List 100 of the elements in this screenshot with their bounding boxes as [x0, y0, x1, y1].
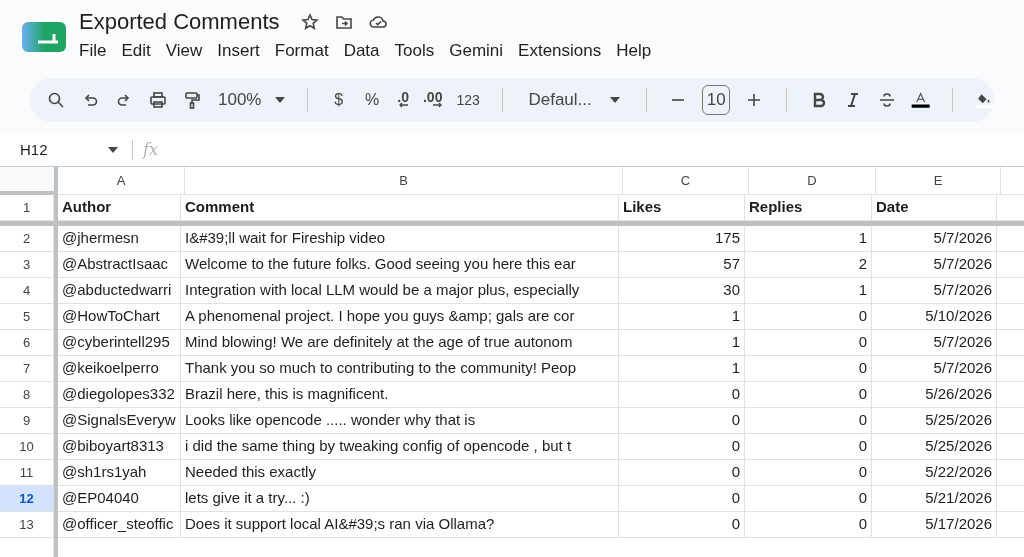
star-icon[interactable]	[299, 12, 320, 32]
dropdown-caret-icon[interactable]	[609, 97, 620, 103]
table-cell-text: Replies	[749, 197, 803, 218]
table-cell-text: 0	[858, 462, 867, 483]
table-cell-text: @abductedwarri	[62, 280, 172, 301]
table-cell-text: Does it support local AI&#39;s ran via Ollama?	[185, 514, 495, 535]
table-cell-text: Integration with local LLM would be a major plus, especially	[185, 280, 580, 301]
table-cell-text: Date	[876, 197, 909, 218]
table-cell-text: 5/7/2026	[933, 228, 992, 249]
decrease-decimal-button[interactable]: .0	[397, 92, 409, 108]
left-arrow-icon	[398, 102, 409, 108]
row-header[interactable]: 10	[0, 434, 54, 460]
cell-reference-box[interactable]: H12	[20, 138, 108, 162]
row-header[interactable]: 11	[0, 460, 54, 486]
row-header[interactable]: 3	[0, 252, 54, 278]
table-cell-text: 0	[858, 410, 867, 431]
column-header[interactable]: A	[58, 167, 185, 195]
table-cell-text: @keikoelperro	[62, 358, 159, 379]
row-header[interactable]: 9	[0, 408, 54, 434]
spreadsheet-logo-icon[interactable]	[22, 20, 66, 54]
table-cell-text: 0	[731, 410, 740, 431]
dropdown-caret-icon[interactable]	[275, 97, 286, 103]
table-cell-text: 1	[858, 228, 867, 249]
table-cell-text: @officer_steoffic	[62, 514, 174, 535]
table-cell-text: 5/10/2026	[925, 306, 992, 327]
row-header[interactable]: 6	[0, 330, 54, 356]
table-cell-text: Mind blowing! We are definitely at the age of true autonom	[185, 332, 573, 353]
table-cell-text: Likes	[623, 197, 662, 218]
table-cell-text: @diegolopes332	[62, 384, 175, 405]
menu-item[interactable]: Gemini	[442, 38, 511, 64]
zoom-dropdown[interactable]: 100%	[218, 87, 286, 113]
table-cell-text: Looks like opencode ..... wonder why that is	[185, 410, 476, 431]
formula-icon: fx	[143, 138, 158, 162]
row-header[interactable]: 4	[0, 278, 54, 304]
font-dropdown[interactable]: Defaul...	[524, 87, 624, 113]
table-cell-text: 5/22/2026	[925, 462, 992, 483]
menu-item[interactable]: Extensions	[511, 38, 609, 64]
table-cell-text: 5/25/2026	[925, 410, 992, 431]
table-cell-text: 1	[731, 332, 740, 353]
menu-item[interactable]: Format	[267, 38, 336, 64]
font-size-field[interactable]: 10	[702, 85, 731, 115]
column-header[interactable]: C	[623, 167, 749, 195]
column-header[interactable]: D	[749, 167, 876, 195]
table-cell-text: lets give it a try... :)	[185, 488, 310, 509]
row-header[interactable]: 13	[0, 512, 54, 538]
menu-item[interactable]: Data	[336, 38, 387, 64]
row-header[interactable]: 8	[0, 382, 54, 408]
table-cell-text: 0	[731, 436, 740, 457]
table-cell-text: 5/7/2026	[933, 254, 992, 275]
table-cell-text: @jhermesn	[62, 228, 139, 249]
row-header[interactable]: 1	[0, 195, 54, 221]
table-cell-text: i did the same thing by tweaking config of opencode , but t	[185, 436, 572, 457]
table-cell-text: Comment	[185, 197, 255, 218]
menu-item[interactable]: File	[79, 38, 114, 64]
table-cell-text: 1	[858, 280, 867, 301]
increase-decimal-button[interactable]: .00	[422, 92, 443, 108]
table-cell-text: 30	[723, 280, 740, 301]
table-cell-text: A phenomenal project. I hope you guys &amp; gals are cor	[185, 306, 575, 327]
table-cell-text: @AbstractIsaac	[62, 254, 169, 275]
table-cell-text: Welcome to the future folks. Good seeing you here this ear	[185, 254, 576, 275]
table-cell-text: 5/7/2026	[933, 332, 992, 353]
search-icon[interactable]	[46, 90, 66, 110]
row-header[interactable]: 2	[0, 226, 54, 252]
menu-item[interactable]: Tools	[387, 38, 442, 64]
table-cell-text: 0	[858, 514, 867, 535]
table-cell-text: 5/25/2026	[925, 436, 992, 457]
table-cell-text: @HowToChart	[62, 306, 160, 327]
table-cell-text: 0	[858, 488, 867, 509]
table-cell-text: @biboyart8313	[62, 436, 164, 457]
number-format-button[interactable]: 123	[456, 89, 480, 111]
table-cell-text: 175	[714, 228, 740, 249]
row-header[interactable]: 12	[0, 486, 54, 512]
table-cell-text: Thank you so much to contributing to the community! Peop	[185, 358, 577, 379]
menu-item[interactable]: Help	[609, 38, 659, 64]
menu-item[interactable]: Insert	[210, 38, 267, 64]
dropdown-caret-icon[interactable]	[108, 147, 118, 153]
table-cell-text: Needed this exactly	[185, 462, 316, 483]
table-cell-text: @sh1rs1yah	[62, 462, 147, 483]
table-cell-text: 0	[731, 514, 740, 535]
column-header[interactable]: B	[185, 167, 623, 195]
row-header[interactable]: 7	[0, 356, 54, 382]
table-cell-text: 0	[731, 462, 740, 483]
table-cell-text: 1	[731, 358, 740, 379]
table-cell-text: 0	[731, 384, 740, 405]
menu-item[interactable]: Edit	[114, 38, 158, 64]
table-cell-text: 57	[723, 254, 740, 275]
paint-roller-icon[interactable]	[182, 90, 202, 110]
currency-format-button[interactable]: $	[330, 88, 348, 112]
menu-item[interactable]: View	[158, 38, 210, 64]
table-cell-text: 0	[858, 332, 867, 353]
row-header[interactable]: 5	[0, 304, 54, 330]
column-header[interactable]: E	[876, 167, 1001, 195]
table-cell-text: @cyberintell295	[62, 332, 170, 353]
percent-format-button[interactable]: %	[361, 88, 384, 112]
table-cell-text: 0	[858, 306, 867, 327]
document-title[interactable]: Exported Comments	[79, 8, 280, 36]
table-cell-text: 0	[858, 384, 867, 405]
table-cell-text: 0	[731, 488, 740, 509]
print-icon[interactable]	[148, 90, 168, 110]
table-cell-text: 1	[731, 306, 740, 327]
